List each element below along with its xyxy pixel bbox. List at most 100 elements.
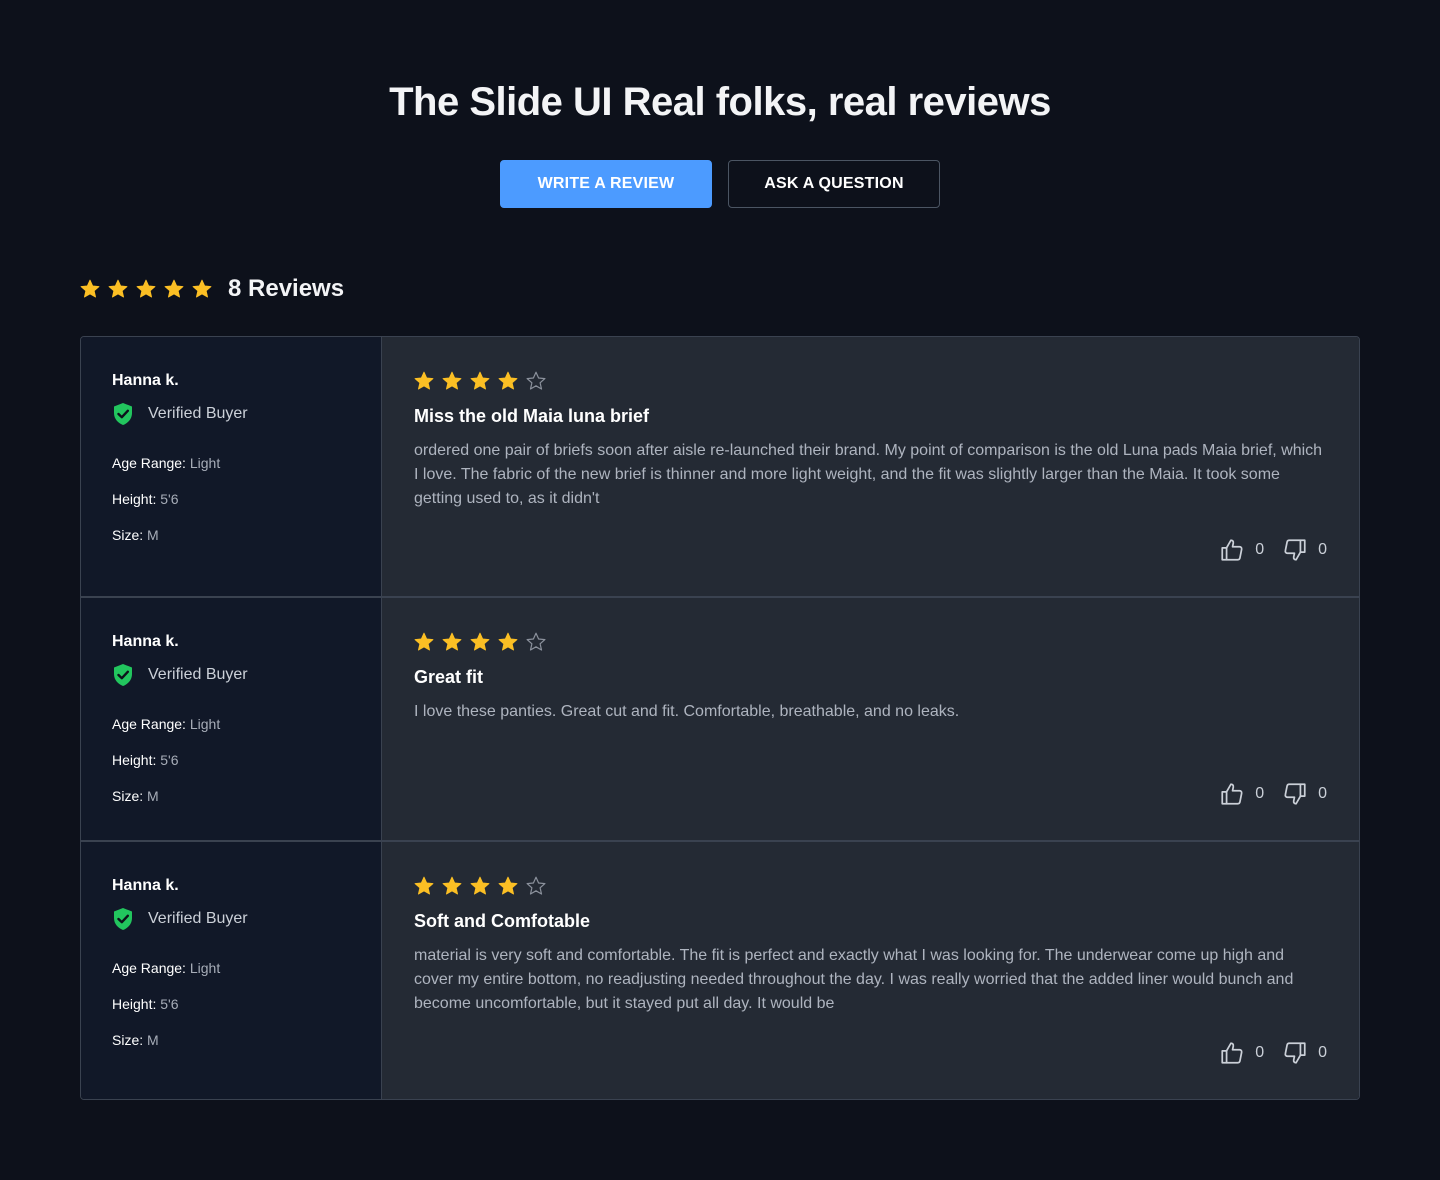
reviewer-attributes: Age Range: Light Height: 5'6 Size: M [112,454,381,544]
height-value: 5'6 [160,996,179,1012]
star-filled-icon [498,371,518,390]
reviewer-panel: Hanna k. Verified Buyer Age Range: Light… [81,598,382,840]
age-range: Age Range: Light [112,715,381,733]
age-range-value: Light [189,716,221,732]
summary-stars [80,279,212,299]
age-range: Age Range: Light [112,454,381,472]
reviewer-name: Hanna k. [112,877,179,894]
review-content: Soft and Comfotable material is very sof… [382,842,1359,1099]
unhelpful-button[interactable]: 0 [1282,781,1327,807]
review-stars [414,371,1327,391]
review-stars [414,632,1327,652]
star-filled-icon [442,876,462,895]
height-label: Height: [112,752,157,768]
star-filled-icon [498,876,518,895]
star-filled-icon [80,279,100,298]
review-stars [414,876,1327,896]
size-label: Size: [112,788,144,804]
star-filled-icon [414,876,434,895]
star-filled-icon [442,371,462,390]
star-empty-icon [526,371,546,390]
review-title: Great fit [414,667,484,687]
size-value: M [147,788,159,804]
reviews-count: 8 Reviews [228,275,345,302]
reviewer-name: Hanna k. [112,633,179,650]
size: Size: M [112,526,381,544]
verified-badge: Verified Buyer [112,402,381,426]
thumbs-down-icon [1284,783,1306,805]
review-title: Miss the old Maia luna brief [414,406,650,426]
unhelpful-count: 0 [1318,541,1327,558]
reviews-page: The Slide UI Real folks, real reviews WR… [0,0,1440,1180]
review-content: Miss the old Maia luna brief ordered one… [382,337,1359,596]
shield-check-icon [114,664,132,686]
size-label: Size: [112,1032,144,1048]
helpful-button[interactable]: 0 [1219,537,1264,563]
star-empty-icon [526,876,546,895]
star-empty-icon [526,632,546,651]
height: Height: 5'6 [112,751,381,769]
write-review-button[interactable]: WRITE A REVIEW [500,160,712,208]
height-value: 5'6 [160,491,179,507]
star-filled-icon [136,279,156,298]
rating-summary: 8 Reviews [80,272,344,306]
unhelpful-button[interactable]: 0 [1282,1040,1327,1066]
unhelpful-count: 0 [1318,785,1327,802]
helpful-count: 0 [1255,541,1265,558]
thumbs-up-icon [1221,1042,1243,1064]
height-label: Height: [112,996,157,1012]
review-body: I love these panties. Great cut and fit.… [414,703,960,720]
age-range-label: Age Range: [112,960,186,976]
review-item: Hanna k. Verified Buyer Age Range: Light… [81,596,1359,840]
size-label: Size: [112,527,144,543]
reviewer-panel: Hanna k. Verified Buyer Age Range: Light… [81,337,382,596]
age-range-label: Age Range: [112,716,186,732]
reviewer-attributes: Age Range: Light Height: 5'6 Size: M [112,959,381,1049]
review-votes: 0 0 [1219,780,1327,808]
review-votes: 0 0 [1219,536,1327,564]
star-filled-icon [192,279,212,298]
age-range-label: Age Range: [112,455,186,471]
verified-badge: Verified Buyer [112,663,381,687]
thumbs-down-icon [1284,1042,1306,1064]
height: Height: 5'6 [112,490,381,508]
helpful-count: 0 [1255,1044,1265,1061]
star-filled-icon [442,632,462,651]
verified-label: Verified Buyer [148,666,248,683]
verified-label: Verified Buyer [148,910,248,927]
star-filled-icon [108,279,128,298]
thumbs-up-icon [1221,539,1243,561]
thumbs-down-icon [1284,539,1306,561]
star-filled-icon [498,632,518,651]
star-filled-icon [470,876,490,895]
height: Height: 5'6 [112,995,381,1013]
review-votes: 0 0 [1219,1039,1327,1067]
review-item: Hanna k. Verified Buyer Age Range: Light… [81,840,1359,1099]
ask-question-button[interactable]: ASK A QUESTION [728,160,940,208]
unhelpful-button[interactable]: 0 [1282,537,1327,563]
reviewer-attributes: Age Range: Light Height: 5'6 Size: M [112,715,381,805]
age-range: Age Range: Light [112,959,381,977]
review-body: ordered one pair of briefs soon after ai… [414,442,1323,507]
size: Size: M [112,787,381,805]
size-value: M [147,527,159,543]
shield-check-icon [114,908,132,930]
shield-check-icon [114,403,132,425]
star-filled-icon [470,371,490,390]
reviews-list: Hanna k. Verified Buyer Age Range: Light… [80,336,1360,1100]
reviewer-name: Hanna k. [112,372,179,389]
helpful-count: 0 [1255,785,1265,802]
star-filled-icon [164,279,184,298]
verified-badge: Verified Buyer [112,907,381,931]
helpful-button[interactable]: 0 [1219,1040,1264,1066]
star-filled-icon [414,371,434,390]
helpful-button[interactable]: 0 [1219,781,1264,807]
review-body: material is very soft and comfortable. T… [414,947,1294,1012]
size: Size: M [112,1031,381,1049]
review-title: Soft and Comfotable [414,911,590,931]
reviewer-panel: Hanna k. Verified Buyer Age Range: Light… [81,842,382,1099]
header-actions: WRITE A REVIEW ASK A QUESTION [0,160,1440,208]
height-value: 5'6 [160,752,179,768]
review-content: Great fit I love these panties. Great cu… [382,598,1359,840]
thumbs-up-icon [1221,783,1243,805]
